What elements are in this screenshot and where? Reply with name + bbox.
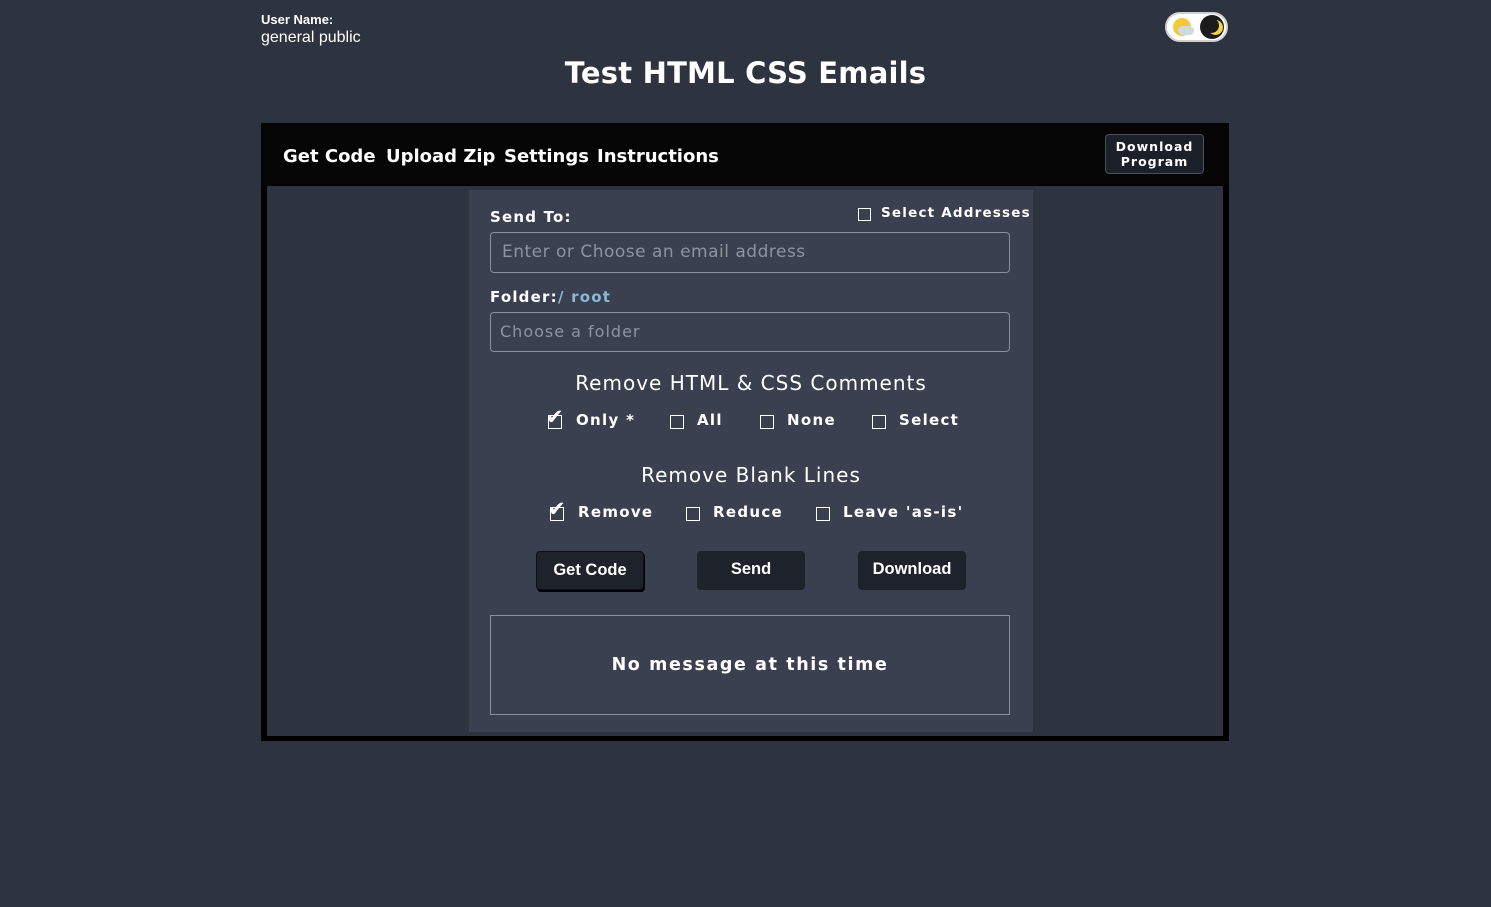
user-name-value: general public [261,29,361,46]
page-title: Test HTML CSS Emails [564,56,927,90]
comments-select-label: Select [899,411,960,429]
email-input[interactable]: Enter or Choose an email address [490,232,1010,273]
folder-input[interactable]: Choose a folder [490,312,1010,352]
comments-all-checkbox[interactable] [670,415,684,429]
nav-settings[interactable]: Settings [504,146,589,167]
content-area: Send To: Select Addresses Enter or Choos… [267,186,1223,736]
remove-blank-lines-title: Remove Blank Lines [641,463,861,487]
email-form-panel: Send To: Select Addresses Enter or Choos… [469,190,1033,732]
page: User Name: general public Test HTML CSS … [0,0,1491,907]
cloud-icon [1178,26,1194,35]
blank-reduce-label: Reduce [713,503,784,521]
comments-only-label: Only * [576,411,636,429]
select-addresses-checkbox[interactable] [858,208,871,221]
theme-toggle[interactable] [1165,12,1228,42]
send-to-label: Send To: [490,208,572,226]
navbar: Get Code Upload Zip Settings Instruction… [261,123,1229,185]
user-name-label: User Name: [261,12,334,27]
blank-remove-checkbox[interactable]: ✔ [548,499,566,521]
remove-comments-title: Remove HTML & CSS Comments [575,371,927,395]
comments-only-checkbox[interactable]: ✔ [546,407,564,429]
comments-all-label: All [697,411,723,429]
comments-select-checkbox[interactable] [872,415,886,429]
select-addresses-label: Select Addresses [881,205,1031,221]
blank-remove-label: Remove [578,503,654,521]
blank-leave-checkbox[interactable] [816,507,830,521]
folder-path: / root [558,288,612,306]
checkmark-icon: ✔ [546,405,564,429]
nav-get-code[interactable]: Get Code [283,146,376,167]
comments-none-checkbox[interactable] [760,415,774,429]
nav-instructions[interactable]: Instructions [597,146,719,167]
send-button[interactable]: Send [697,551,805,590]
folder-label: Folder: [490,288,558,306]
moon-icon [1204,18,1219,33]
blank-leave-label: Leave 'as-is' [843,503,964,521]
download-program-button[interactable]: Download Program [1105,134,1204,174]
user-info: User Name: general public [261,12,361,47]
checkmark-icon: ✔ [548,497,566,521]
app-frame: Get Code Upload Zip Settings Instruction… [261,123,1229,741]
toggle-knob [1200,15,1224,39]
nav-upload-zip[interactable]: Upload Zip [386,146,495,167]
get-code-button[interactable]: Get Code [536,551,644,590]
message-box: No message at this time [490,615,1010,715]
blank-reduce-checkbox[interactable] [686,507,700,521]
download-button[interactable]: Download [858,551,966,590]
comments-none-label: None [787,411,836,429]
